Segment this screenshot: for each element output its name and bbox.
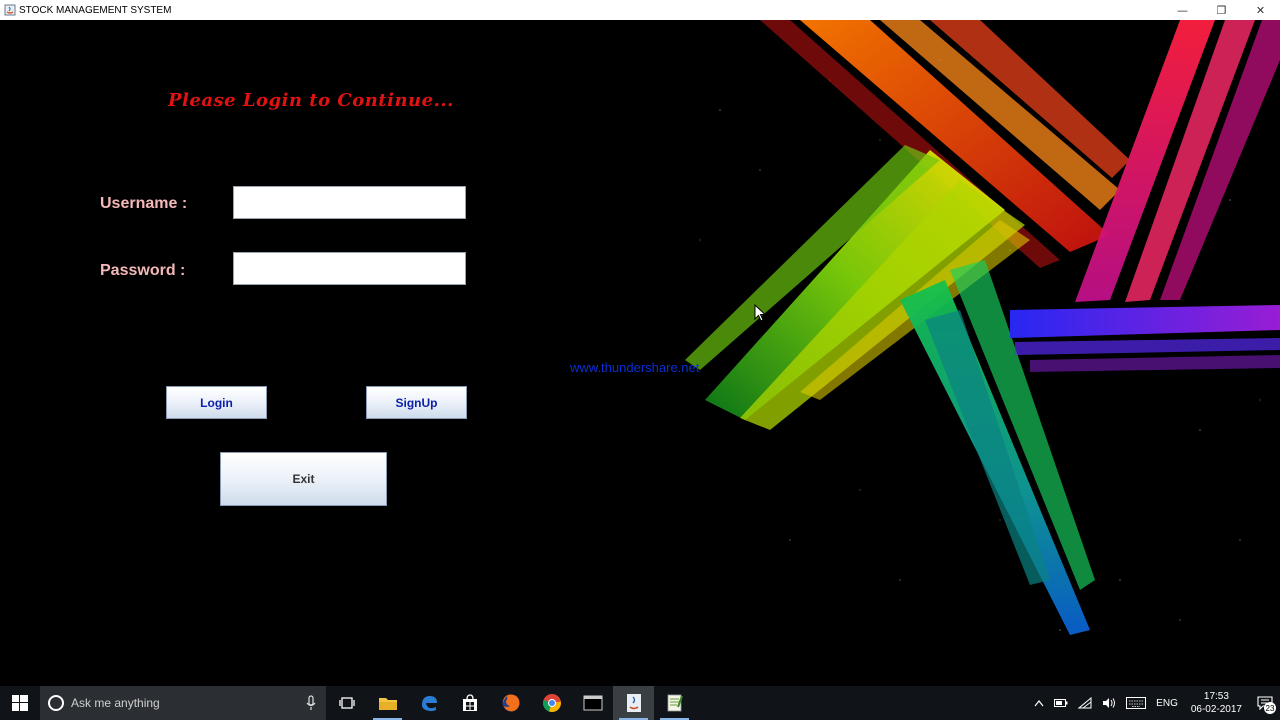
window-title: STOCK MANAGEMENT SYSTEM (19, 4, 172, 16)
password-label: Password : (100, 262, 186, 279)
taskbar: Ask me anything ENG 17:53 06-02-2017 23 (0, 686, 1280, 720)
store-icon[interactable] (449, 686, 490, 720)
start-button[interactable] (0, 686, 40, 720)
file-explorer-icon[interactable] (367, 686, 408, 720)
wifi-icon[interactable] (1078, 697, 1092, 709)
clock[interactable]: 17:53 06-02-2017 (1191, 690, 1242, 716)
window-titlebar: STOCK MANAGEMENT SYSTEM — ❐ ✕ (0, 0, 1280, 20)
mouse-pointer-icon (754, 304, 766, 322)
window-controls: — ❐ ✕ (1163, 0, 1280, 20)
task-view-icon[interactable] (326, 686, 367, 720)
chrome-icon[interactable] (531, 686, 572, 720)
clock-date: 06-02-2017 (1190, 704, 1242, 715)
watermark-text: www.thundershare.net (570, 360, 700, 375)
system-tray: ENG 17:53 06-02-2017 23 (1029, 686, 1280, 720)
minimize-button[interactable]: — (1163, 0, 1202, 20)
java-app-icon (4, 4, 16, 16)
wallpaper-rainbow-stripes (0, 20, 1280, 686)
signup-button[interactable]: SignUp (366, 386, 467, 419)
java-app-taskbar-icon[interactable] (613, 686, 654, 720)
search-box[interactable]: Ask me anything (40, 686, 326, 720)
chevron-up-icon[interactable] (1034, 699, 1044, 707)
windows-logo-icon (12, 695, 28, 711)
terminal-icon[interactable] (572, 686, 613, 720)
edge-browser-icon[interactable] (408, 686, 449, 720)
login-heading: Please Login to Continue... (168, 90, 454, 111)
language-indicator[interactable]: ENG (1156, 698, 1178, 709)
restore-button[interactable]: ❐ (1202, 0, 1241, 20)
search-placeholder: Ask me anything (71, 696, 160, 710)
firefox-icon[interactable] (490, 686, 531, 720)
username-label: Username : (100, 195, 188, 212)
password-input[interactable] (233, 252, 466, 285)
cortana-icon (48, 695, 64, 711)
notepad-app-icon[interactable] (654, 686, 695, 720)
username-input[interactable] (233, 186, 466, 219)
close-button[interactable]: ✕ (1241, 0, 1280, 20)
clock-time: 17:53 (1203, 691, 1229, 702)
keyboard-icon[interactable] (1126, 697, 1147, 709)
microphone-icon[interactable] (306, 695, 316, 711)
login-window-body: Please Login to Continue... Username : P… (0, 20, 1280, 686)
login-button[interactable]: Login (166, 386, 267, 419)
action-center-button[interactable]: 23 (1250, 686, 1280, 720)
battery-icon[interactable] (1054, 699, 1068, 707)
exit-button[interactable]: Exit (220, 452, 387, 506)
volume-icon[interactable] (1102, 697, 1116, 709)
notification-count-badge: 23 (1264, 702, 1276, 714)
